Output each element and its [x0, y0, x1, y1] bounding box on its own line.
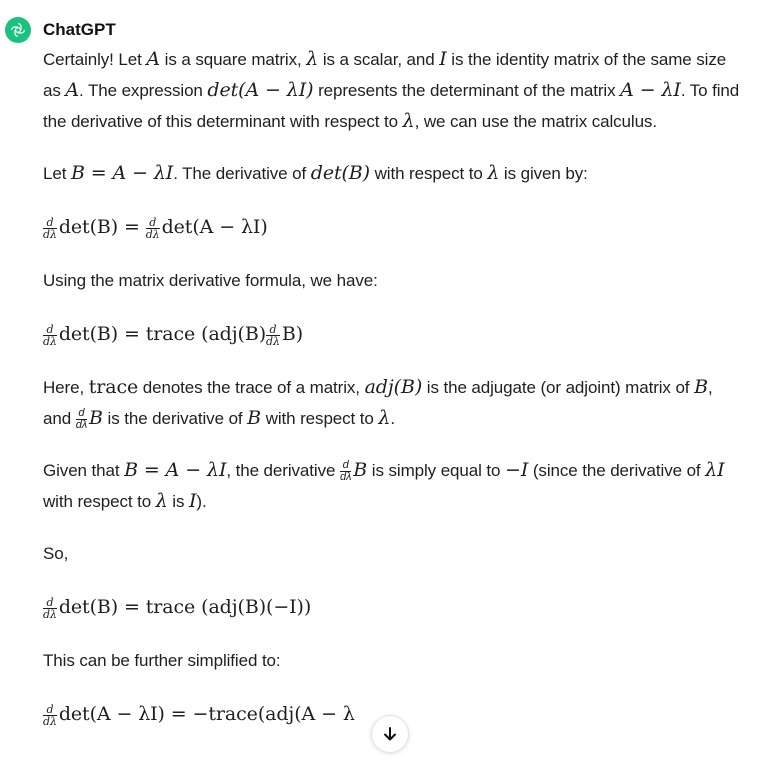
math: B: [694, 376, 708, 398]
text: (since the derivative of: [528, 461, 706, 480]
text: Certainly! Let: [43, 50, 147, 69]
fraction-d-dlambda: d dλ: [75, 408, 88, 432]
author-name: ChatGPT: [43, 20, 116, 39]
fraction-d-dlambda: d dλ: [145, 217, 160, 241]
frac-den: dλ: [43, 334, 57, 348]
math: λ: [306, 48, 319, 70]
paragraph-trace-explain: Here, trace denotes the trace of a matri…: [43, 372, 743, 434]
paragraph-define-b: Let B = A − λI. The derivative of det(B)…: [43, 158, 743, 189]
equation-2: d dλ det(B) = trace (adj(B) d dλ B): [43, 317, 743, 351]
frac-num: d: [266, 324, 280, 336]
frac-den: dλ: [43, 227, 57, 241]
frac-den: dλ: [145, 227, 160, 241]
paragraph-simplified: This can be further simplified to:: [43, 651, 281, 670]
math: trace: [88, 376, 139, 398]
math: adj(B): [364, 376, 423, 398]
text: , we can use the matrix calculus.: [414, 112, 657, 131]
text: Here,: [43, 378, 89, 397]
math: λ: [155, 490, 168, 512]
text: is given by:: [499, 164, 588, 183]
text: is: [167, 492, 190, 511]
math: A: [65, 79, 80, 101]
equation-3: d dλ det(B) = trace (adj(B)(−I)): [43, 590, 743, 624]
text: is a square matrix,: [160, 50, 307, 69]
frac-num: d: [43, 704, 57, 716]
fraction-d-dlambda: d dλ: [43, 324, 57, 347]
text: is the adjugate (or adjoint) matrix of: [422, 378, 695, 397]
fraction-d-dlambda: d dλ: [43, 597, 57, 620]
frac-den: dλ: [75, 419, 88, 432]
math: B: [247, 407, 262, 429]
paragraph-given-that: Given that B = A − λI, the derivative dd…: [43, 455, 743, 517]
text: denotes the trace of a matrix,: [138, 378, 365, 397]
math: λ: [378, 407, 391, 429]
text: , the derivative: [226, 461, 340, 480]
message-body: Certainly! Let A is a square matrix, λ i…: [43, 44, 743, 731]
text: .: [390, 409, 395, 428]
text: with respect to: [369, 164, 488, 183]
equation-1: d dλ det(B) = d dλ det(A − λI): [43, 210, 743, 244]
paragraph-so: So,: [43, 544, 69, 563]
paragraph-formula-intro: Using the matrix derivative formula, we …: [43, 271, 378, 290]
fraction-d-dlambda: d dλ: [339, 460, 352, 484]
math: det(B) = trace (adj(B): [58, 323, 267, 345]
arrow-down-icon: [384, 727, 396, 741]
text: Let: [43, 164, 71, 183]
text: represents the determinant of the matrix: [313, 81, 621, 100]
openai-logo-icon: [5, 17, 31, 43]
math: λI: [705, 459, 725, 481]
text: . The derivative of: [173, 164, 311, 183]
math: det(B): [310, 162, 370, 184]
scroll-to-bottom-button[interactable]: [371, 715, 409, 753]
paragraph-intro: Certainly! Let A is a square matrix, λ i…: [43, 44, 743, 137]
text: ).: [196, 492, 207, 511]
math: B: [353, 459, 368, 481]
frac-num: d: [43, 217, 57, 229]
math: B): [281, 323, 304, 345]
math: det(A − λI): [161, 216, 268, 238]
fraction-d-dlambda: d dλ: [266, 324, 280, 347]
fraction-d-dlambda: d dλ: [43, 217, 57, 240]
math: −I: [505, 459, 529, 481]
message-header: ChatGPT: [5, 17, 116, 43]
frac-den: dλ: [339, 471, 352, 484]
text: is the derivative of: [102, 409, 248, 428]
frac-den: dλ: [43, 607, 57, 621]
math: det(B) =: [58, 216, 146, 238]
text: with respect to: [43, 492, 156, 511]
math: det(B) = trace (adj(B)(−I)): [58, 596, 312, 618]
text: is simply equal to: [367, 461, 506, 480]
math: B = A − λI: [70, 162, 174, 184]
math: B = A − λI: [124, 459, 227, 481]
fraction-d-dlambda: d dλ: [43, 704, 57, 727]
frac-num: d: [43, 597, 57, 609]
text: . The expression: [79, 81, 208, 100]
math: λ: [402, 110, 415, 132]
text: Given that: [43, 461, 125, 480]
math: A: [146, 48, 161, 70]
frac-num: d: [43, 324, 57, 336]
math: det(A − λI): [207, 79, 314, 101]
math: det(A − λI) = −trace(adj(A − λ: [58, 703, 355, 725]
frac-den: dλ: [43, 714, 57, 728]
text: is a scalar, and: [318, 50, 440, 69]
frac-den: dλ: [266, 334, 280, 348]
frac-num: d: [145, 217, 160, 229]
math: B: [89, 407, 103, 429]
math: I: [439, 48, 447, 70]
text: with respect to: [261, 409, 379, 428]
math: A − λI: [620, 79, 681, 101]
math: λ: [487, 162, 500, 184]
